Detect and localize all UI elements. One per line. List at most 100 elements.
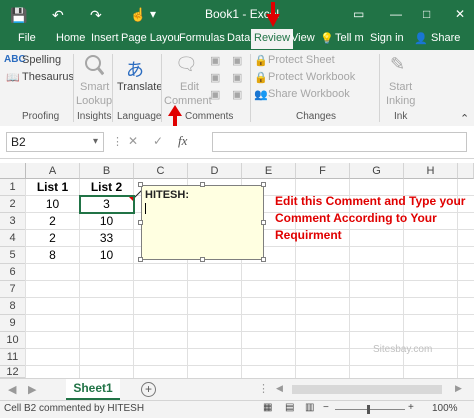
cell-a1[interactable]: List 1: [26, 179, 80, 196]
formula-input[interactable]: [212, 132, 467, 152]
hscroll-left-icon[interactable]: ◀: [276, 383, 283, 394]
minimize-button[interactable]: —: [390, 7, 402, 21]
zoom-slider-thumb[interactable]: [367, 405, 370, 414]
horizontal-scrollbar[interactable]: [292, 385, 442, 394]
protect-sheet-button[interactable]: Protect Sheet: [268, 54, 335, 66]
tab-file[interactable]: File: [18, 32, 36, 44]
spelling-button[interactable]: Spelling: [22, 54, 61, 66]
sign-in-link[interactable]: Sign in: [370, 32, 404, 44]
save-icon[interactable]: 💾: [10, 7, 27, 24]
name-box-dropdown-icon[interactable]: ▾: [93, 136, 98, 147]
qat-dropdown-icon[interactable]: ▾: [150, 7, 156, 21]
row-header-1[interactable]: 1: [0, 179, 26, 196]
start-inking-label-1[interactable]: Start: [389, 81, 412, 93]
maximize-button[interactable]: □: [423, 7, 430, 21]
touch-mode-icon[interactable]: ☝: [130, 7, 146, 23]
smart-lookup-label-2[interactable]: Lookup: [76, 95, 112, 107]
row-header-8[interactable]: 8: [0, 298, 26, 315]
resize-handle[interactable]: [138, 220, 143, 225]
add-sheet-button[interactable]: +: [141, 382, 156, 397]
collapse-ribbon-icon[interactable]: ⌃: [460, 112, 469, 125]
resize-handle[interactable]: [261, 257, 266, 262]
cell-a3[interactable]: 2: [26, 213, 80, 230]
hscroll-right-icon[interactable]: ▶: [455, 383, 462, 394]
comment-action-icon: ▣: [232, 72, 243, 84]
column-header-e[interactable]: E: [242, 163, 296, 179]
watermark: Sitesbay.com: [373, 344, 433, 355]
resize-handle[interactable]: [138, 257, 143, 262]
resize-handle[interactable]: [138, 182, 143, 187]
cancel-icon[interactable]: ✕: [128, 134, 138, 148]
group-divider: [250, 54, 251, 122]
ribbon-options-icon[interactable]: ▭: [353, 7, 364, 21]
translate-button[interactable]: Translate: [117, 81, 162, 93]
tab-formulas[interactable]: Formulas: [179, 32, 225, 44]
tab-data[interactable]: Data: [227, 32, 250, 44]
column-header-h[interactable]: H: [404, 163, 458, 179]
cell-b4[interactable]: 33: [80, 230, 134, 247]
column-header-a[interactable]: A: [26, 163, 80, 179]
share-icon[interactable]: 👤: [414, 32, 428, 45]
comment-box[interactable]: HITESH:: [141, 185, 264, 260]
column-header-c[interactable]: C: [134, 163, 188, 179]
row-header-3[interactable]: 3: [0, 213, 26, 230]
protect-workbook-button[interactable]: Protect Workbook: [268, 71, 355, 83]
tab-review[interactable]: Review: [251, 29, 294, 49]
page-layout-view-icon[interactable]: ▤: [285, 402, 294, 413]
row-header-4[interactable]: 4: [0, 230, 26, 247]
row-header-5[interactable]: 5: [0, 247, 26, 264]
edit-comment-label-1[interactable]: Edit: [180, 81, 199, 93]
share-workbook-button[interactable]: Share Workbook: [268, 88, 350, 100]
select-all-corner[interactable]: [0, 163, 26, 179]
row-header-2[interactable]: 2: [0, 196, 26, 213]
scroll-left-icon[interactable]: ◀: [8, 383, 16, 396]
start-inking-label-2[interactable]: Inking: [386, 95, 415, 107]
status-text: Cell B2 commented by HITESH: [4, 403, 145, 414]
resize-handle[interactable]: [200, 182, 205, 187]
zoom-slider[interactable]: [335, 409, 405, 410]
zoom-in-button[interactable]: +: [408, 402, 414, 413]
cell-b3[interactable]: 10: [80, 213, 134, 230]
smart-lookup-label-1[interactable]: Smart: [80, 81, 109, 93]
insert-function-icon[interactable]: fx: [178, 133, 187, 149]
thesaurus-button[interactable]: Thesaurus: [22, 71, 74, 83]
tab-view[interactable]: View: [291, 32, 315, 44]
resize-handle[interactable]: [200, 257, 205, 262]
title-bar: 💾 ↶ ↷ ☝ ▾ Book1 - Excel ▭ — □ ✕: [0, 0, 474, 28]
tab-home[interactable]: Home: [56, 32, 85, 44]
row-header-7[interactable]: 7: [0, 281, 26, 298]
tab-split-icon[interactable]: ⋮: [258, 382, 269, 395]
cell-a2[interactable]: 10: [26, 196, 80, 213]
column-header-b[interactable]: B: [80, 163, 134, 179]
row-header-11[interactable]: 11: [0, 349, 26, 366]
row-header-12[interactable]: 12: [0, 366, 26, 378]
cell-a5[interactable]: 8: [26, 247, 80, 264]
resize-handle[interactable]: [261, 182, 266, 187]
zoom-level[interactable]: 100%: [432, 403, 458, 414]
tab-insert[interactable]: Insert: [91, 32, 119, 44]
column-header-f[interactable]: F: [296, 163, 350, 179]
page-break-view-icon[interactable]: ▥: [305, 402, 314, 413]
tab-page-layout[interactable]: Page Layou: [121, 32, 180, 44]
column-header-g[interactable]: G: [350, 163, 404, 179]
undo-icon[interactable]: ↶: [52, 7, 64, 24]
row-header-6[interactable]: 6: [0, 264, 26, 281]
close-button[interactable]: ✕: [455, 7, 465, 21]
redo-icon[interactable]: ↷: [90, 7, 102, 24]
column-header-d[interactable]: D: [188, 163, 242, 179]
sheet-tab-sheet1[interactable]: Sheet1: [66, 379, 120, 400]
share-button[interactable]: Share: [431, 32, 460, 44]
name-box[interactable]: B2: [6, 132, 104, 152]
scroll-right-icon[interactable]: ▶: [28, 383, 36, 396]
zoom-out-button[interactable]: −: [323, 402, 329, 413]
tell-me-box[interactable]: Tell m: [335, 32, 364, 44]
resize-handle[interactable]: [261, 220, 266, 225]
enter-icon[interactable]: ✓: [153, 134, 163, 148]
comments-group-label: Comments: [185, 111, 234, 122]
start-inking-icon: ✎: [390, 54, 406, 74]
cell-b5[interactable]: 10: [80, 247, 134, 264]
row-header-10[interactable]: 10: [0, 332, 26, 349]
row-header-9[interactable]: 9: [0, 315, 26, 332]
normal-view-icon[interactable]: ▦: [263, 402, 272, 413]
cell-a4[interactable]: 2: [26, 230, 80, 247]
